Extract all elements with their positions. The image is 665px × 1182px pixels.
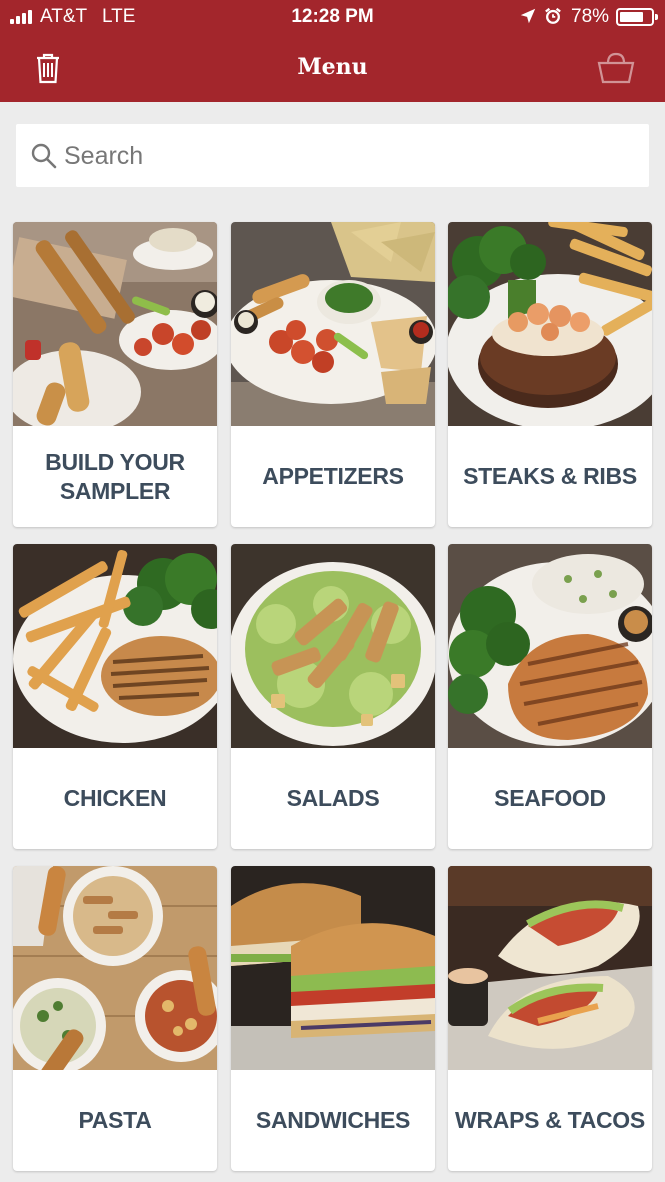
sandwiches-photo	[231, 866, 435, 1070]
steaks-ribs-photo	[448, 222, 652, 426]
category-card-pasta[interactable]: PASTA	[13, 866, 217, 1171]
status-bar: AT&T LTE 12:28 PM 78%	[0, 0, 665, 34]
category-card-appetizers[interactable]: APPETIZERS	[231, 222, 435, 527]
category-card-steaks-ribs[interactable]: STEAKS & RIBS	[448, 222, 652, 527]
category-card-seafood[interactable]: SEAFOOD	[448, 544, 652, 849]
category-label: PASTA	[78, 1107, 152, 1133]
alarm-icon	[545, 7, 561, 24]
category-card-build-your-sampler[interactable]: BUILD YOUR SAMPLER	[13, 222, 217, 527]
seafood-photo	[448, 544, 652, 748]
basket-icon[interactable]	[596, 50, 636, 86]
battery-percent: 78%	[571, 6, 610, 27]
category-card-sandwiches[interactable]: SANDWICHES	[231, 866, 435, 1171]
salads-photo	[231, 544, 435, 748]
search-icon	[31, 143, 57, 169]
nav-bar: Menu	[0, 34, 665, 102]
category-label: SEAFOOD	[494, 785, 606, 811]
category-label: BUILD YOUR SAMPLER	[45, 448, 185, 504]
page-title: Menu	[297, 54, 368, 80]
appetizers-photo	[231, 222, 435, 426]
sampler-photo	[13, 222, 217, 426]
category-label: SALADS	[286, 785, 380, 811]
category-label: WRAPS & TACOS	[455, 1107, 645, 1133]
category-label: SANDWICHES	[255, 1107, 411, 1133]
category-card-salads[interactable]: SALADS	[231, 544, 435, 849]
battery-icon	[616, 8, 658, 26]
category-card-chicken[interactable]: CHICKEN	[13, 544, 217, 849]
clock: 12:28 PM	[291, 6, 374, 27]
search-input[interactable]	[64, 136, 624, 176]
category-label: CHICKEN	[63, 785, 167, 811]
chicken-photo	[13, 544, 217, 748]
category-label: APPETIZERS	[262, 463, 404, 489]
category-label: STEAKS & RIBS	[463, 463, 637, 489]
pasta-photo	[13, 866, 217, 1070]
category-card-wraps-tacos[interactable]: WRAPS & TACOS	[448, 866, 652, 1171]
search-bar[interactable]	[16, 124, 649, 187]
location-arrow-icon	[520, 8, 536, 24]
wraps-tacos-photo	[448, 866, 652, 1070]
